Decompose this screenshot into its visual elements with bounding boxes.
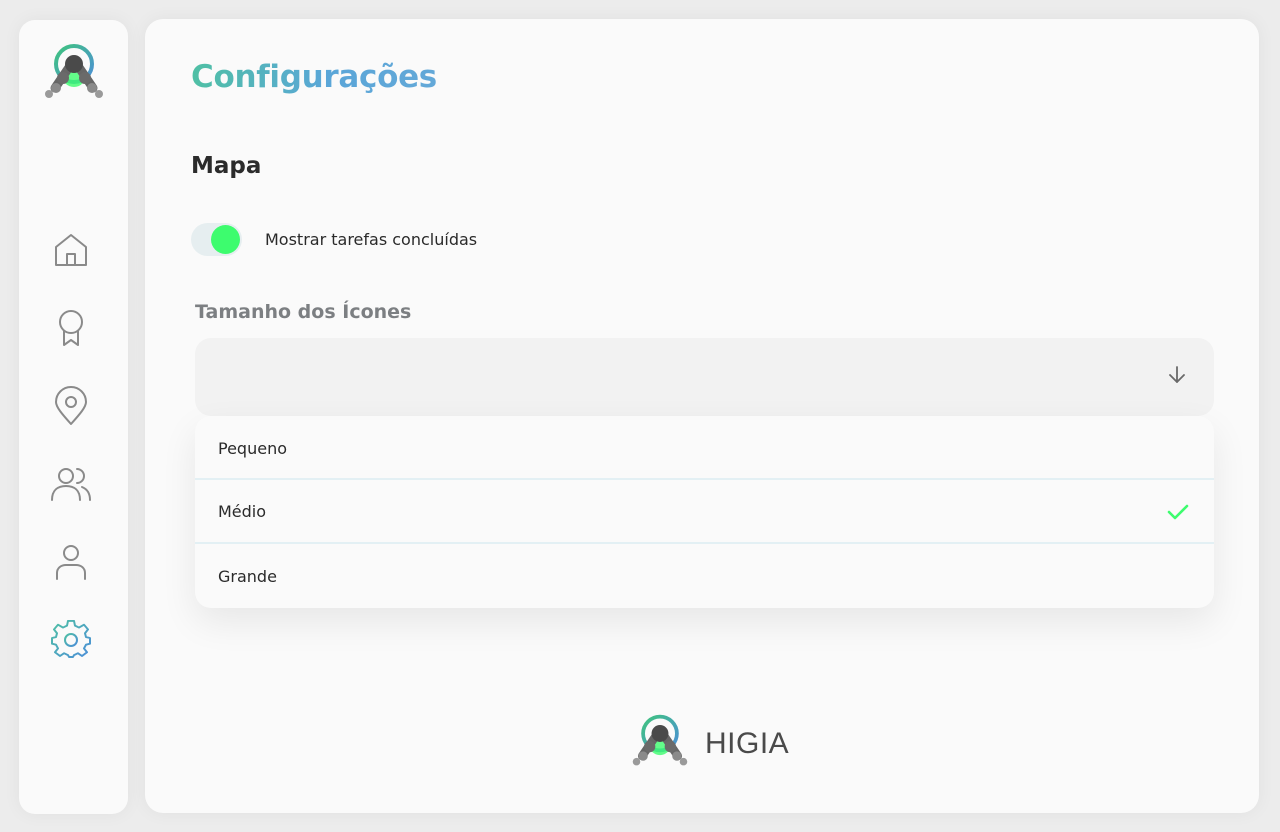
- toggle-knob: [211, 225, 240, 254]
- nav-community[interactable]: [47, 460, 95, 508]
- icon-size-dropdown: Pequeno Médio Grande: [195, 416, 1214, 608]
- settings-panel: Configurações Mapa Mostrar tarefas concl…: [145, 19, 1259, 813]
- icon-size-label: Tamanho dos Ícones: [195, 301, 412, 323]
- option-label: Grande: [218, 566, 277, 586]
- nav-settings[interactable]: [47, 616, 95, 664]
- check-icon: [1167, 504, 1189, 520]
- home-icon: [55, 234, 87, 266]
- option-large[interactable]: Grande: [195, 542, 1214, 608]
- option-label: Médio: [218, 501, 267, 521]
- nav-profile[interactable]: [47, 538, 95, 586]
- higia-logo[interactable]: [41, 42, 107, 102]
- option-small[interactable]: Pequeno: [195, 416, 1214, 480]
- option-medium[interactable]: Médio: [195, 478, 1214, 542]
- sidebar: [19, 20, 128, 814]
- nav-map[interactable]: [47, 382, 95, 430]
- show-completed-toggle[interactable]: [191, 223, 242, 256]
- nav-achievements[interactable]: [47, 304, 95, 352]
- user-icon: [56, 545, 86, 580]
- show-completed-label: Mostrar tarefas concluídas: [265, 230, 478, 249]
- map-pin-icon: [55, 386, 87, 425]
- footer-logo: [629, 711, 691, 771]
- icon-size-select[interactable]: [195, 338, 1214, 416]
- award-ribbon-icon: [59, 310, 83, 346]
- users-icon: [51, 468, 91, 501]
- option-label: Pequeno: [218, 438, 287, 458]
- footer-brand-name: HIGIA: [705, 727, 790, 760]
- nav-home[interactable]: [47, 226, 95, 274]
- page-title: Configurações: [191, 59, 437, 95]
- arrow-down-icon: [1169, 366, 1185, 383]
- gear-icon: [51, 620, 91, 658]
- section-title-map: Mapa: [191, 153, 262, 179]
